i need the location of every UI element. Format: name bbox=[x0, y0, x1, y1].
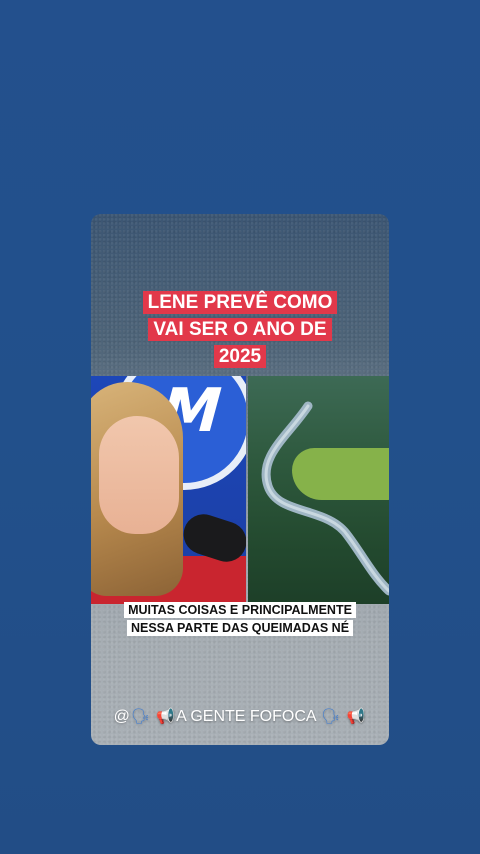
speaking-head-icon: 🗣 bbox=[321, 707, 341, 725]
river-illustration bbox=[261, 401, 389, 596]
speaking-head-icon: 🗣 bbox=[130, 707, 150, 725]
at-sign: @ bbox=[113, 708, 130, 725]
speaker-image: M bbox=[91, 376, 246, 604]
megaphone-icon: 📢 bbox=[156, 707, 176, 725]
rainforest-image bbox=[248, 376, 389, 604]
app-screen: LENE PREVÊ COMO VAI SER O ANO DE 2025 M … bbox=[0, 0, 480, 854]
subtitle-caption: MUITAS COISAS E PRINCIPALMENTE NESSA PAR… bbox=[123, 601, 357, 637]
megaphone-icon: 📢 bbox=[346, 707, 366, 725]
speaker-face bbox=[99, 416, 179, 534]
post-title: LENE PREVÊ COMO VAI SER O ANO DE 2025 bbox=[139, 289, 341, 370]
account-tag[interactable]: @🗣 📢A GENTE FOFOCA 🗣 📢 bbox=[91, 707, 389, 726]
account-name: A GENTE FOFOCA bbox=[176, 708, 316, 725]
post-title-text: LENE PREVÊ COMO VAI SER O ANO DE 2025 bbox=[142, 291, 338, 368]
video-post-card[interactable]: LENE PREVÊ COMO VAI SER O ANO DE 2025 M … bbox=[91, 214, 389, 745]
subtitle-caption-text: MUITAS COISAS E PRINCIPALMENTE NESSA PAR… bbox=[124, 602, 356, 636]
video-frame[interactable]: M bbox=[91, 376, 389, 604]
